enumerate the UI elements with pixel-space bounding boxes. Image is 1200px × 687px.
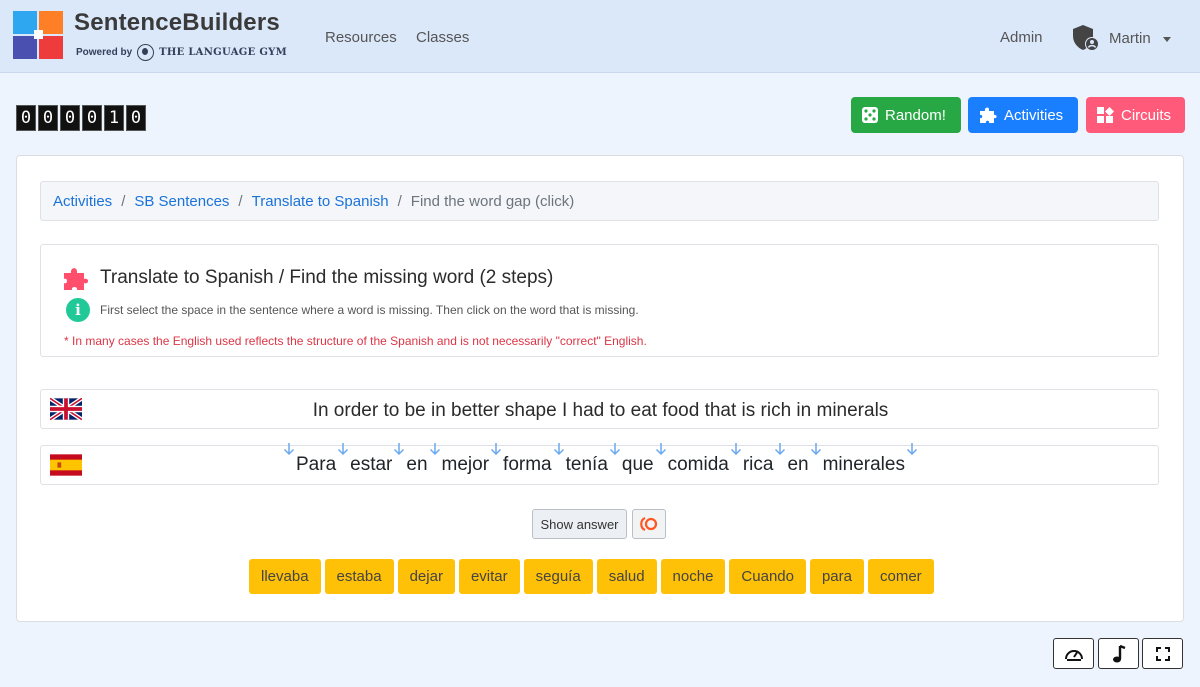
spanish-word: comida — [667, 454, 729, 475]
nav-admin[interactable]: Admin — [1000, 29, 1043, 46]
word-gap-arrow[interactable] — [283, 440, 295, 462]
word-gap-arrow[interactable] — [810, 440, 822, 462]
word-option-button[interactable]: salud — [596, 559, 657, 594]
word-option-button[interactable]: dejar — [397, 559, 455, 594]
word-option-button[interactable]: evitar — [458, 559, 520, 594]
breadcrumb: Activities / SB Sentences / Translate to… — [40, 181, 1159, 221]
logo-icon[interactable] — [13, 11, 67, 63]
spanish-word: forma — [503, 454, 552, 475]
score-digit: 1 — [104, 105, 124, 131]
word-gap-arrow[interactable] — [490, 440, 502, 462]
show-answer-button[interactable]: Show answer — [532, 509, 627, 539]
random-button[interactable]: Random! — [851, 97, 961, 133]
fullscreen-button[interactable] — [1142, 638, 1183, 669]
spanish-word: rica — [742, 454, 774, 475]
puzzle-icon — [64, 268, 89, 290]
spanish-word: que — [621, 454, 654, 475]
language-gym-icon — [137, 44, 155, 61]
instruction-text: First select the space in the sentence w… — [100, 303, 639, 317]
breadcrumb-current: Find the word gap (click) — [410, 192, 575, 210]
breadcrumb-separator: / — [121, 192, 126, 210]
score-digit: 0 — [16, 105, 36, 131]
word-option-button[interactable]: noche — [660, 559, 726, 594]
word-gap-arrow[interactable] — [429, 440, 441, 462]
breadcrumb-separator: / — [397, 192, 402, 210]
spanish-word: mejor — [441, 454, 490, 475]
nav-classes[interactable]: Classes — [416, 29, 469, 46]
user-shield-icon — [1073, 25, 1099, 51]
english-sentence: In order to be in better shape I had to … — [312, 400, 889, 421]
powered-by-name: THE LANGUAGE GYM — [159, 47, 287, 58]
word-gap-arrow[interactable] — [393, 440, 405, 462]
circuits-icon — [1097, 106, 1114, 123]
circuits-label: Circuits — [1121, 106, 1172, 124]
fullscreen-icon — [1155, 646, 1170, 661]
brand-powered-by: Powered by THE LANGUAGE GYM — [76, 44, 287, 61]
word-option-button[interactable]: llevaba — [249, 559, 321, 594]
word-gap-arrow[interactable] — [730, 440, 742, 462]
spanish-word: estar — [350, 454, 393, 475]
spanish-word: Para — [296, 454, 337, 475]
english-note: * In many cases the English used reflect… — [64, 334, 647, 348]
chevron-down-icon — [1162, 36, 1171, 42]
spanish-sentence: Para estar en mejor forma tenía que comida rica e… — [41, 443, 1160, 476]
word-gap-arrow[interactable] — [609, 440, 621, 462]
spanish-word: en — [406, 454, 428, 475]
activity-title-text: Translate to Spanish / Find the missing … — [100, 267, 554, 288]
info-icon: i — [66, 298, 90, 322]
breadcrumb-activities[interactable]: Activities — [53, 193, 112, 210]
breadcrumb-sb-sentences[interactable]: SB Sentences — [134, 193, 229, 210]
instruction-line: i First select the space in the sentence… — [66, 298, 639, 322]
word-option-button[interactable]: estaba — [324, 559, 394, 594]
breadcrumb-separator: / — [238, 192, 243, 210]
spanish-word: minerales — [822, 454, 905, 475]
spanish-sentence-box: Para estar en mejor forma tenía que comida rica e… — [40, 443, 1160, 485]
speedometer-icon — [1064, 649, 1083, 661]
music-button[interactable] — [1098, 638, 1139, 669]
spanish-word: tenía — [565, 454, 608, 475]
spanish-word: en — [787, 454, 809, 475]
score-digit: 0 — [60, 105, 80, 131]
activity-title: Translate to Spanish / Find the missing … — [61, 264, 553, 292]
reset-button[interactable] — [632, 509, 666, 539]
user-name: Martin — [1109, 29, 1151, 47]
dice-icon — [862, 107, 878, 123]
word-option-button[interactable]: para — [809, 559, 864, 594]
activities-label: Activities — [1004, 106, 1064, 124]
score-digit: 0 — [126, 105, 146, 131]
circuits-button[interactable]: Circuits — [1086, 97, 1185, 133]
music-note-icon — [1112, 644, 1125, 662]
word-options: llevaba estaba dejar evitar seguía salud noche… — [249, 559, 934, 594]
reset-icon — [640, 516, 658, 532]
puzzle-icon — [980, 107, 997, 123]
word-option-button[interactable]: comer — [868, 559, 934, 594]
nav-resources[interactable]: Resources — [325, 29, 397, 46]
breadcrumb-translate-to-spanish[interactable]: Translate to Spanish — [252, 193, 389, 210]
english-sentence-box: In order to be in better shape I had to … — [40, 389, 1159, 429]
word-option-button[interactable]: seguía — [523, 559, 593, 594]
user-menu[interactable]: Martin — [1071, 24, 1171, 52]
word-gap-arrow[interactable] — [774, 440, 786, 462]
word-gap-arrow[interactable] — [553, 440, 565, 462]
word-gap-arrow[interactable] — [337, 440, 349, 462]
score-counter: 0 0 0 0 1 0 — [16, 105, 146, 131]
word-option-button[interactable]: Cuando — [729, 559, 806, 594]
powered-by-label: Powered by — [76, 47, 133, 58]
speed-button[interactable] — [1053, 638, 1094, 669]
top-navbar: SentenceBuilders Powered by THE LANGUAGE… — [0, 0, 1200, 73]
score-digit: 0 — [82, 105, 102, 131]
word-gap-arrow[interactable] — [906, 440, 918, 462]
score-digit: 0 — [38, 105, 58, 131]
brand-name[interactable]: SentenceBuilders — [74, 9, 280, 37]
random-label: Random! — [885, 106, 946, 124]
activities-button[interactable]: Activities — [968, 97, 1078, 133]
word-gap-arrow[interactable] — [655, 440, 667, 462]
